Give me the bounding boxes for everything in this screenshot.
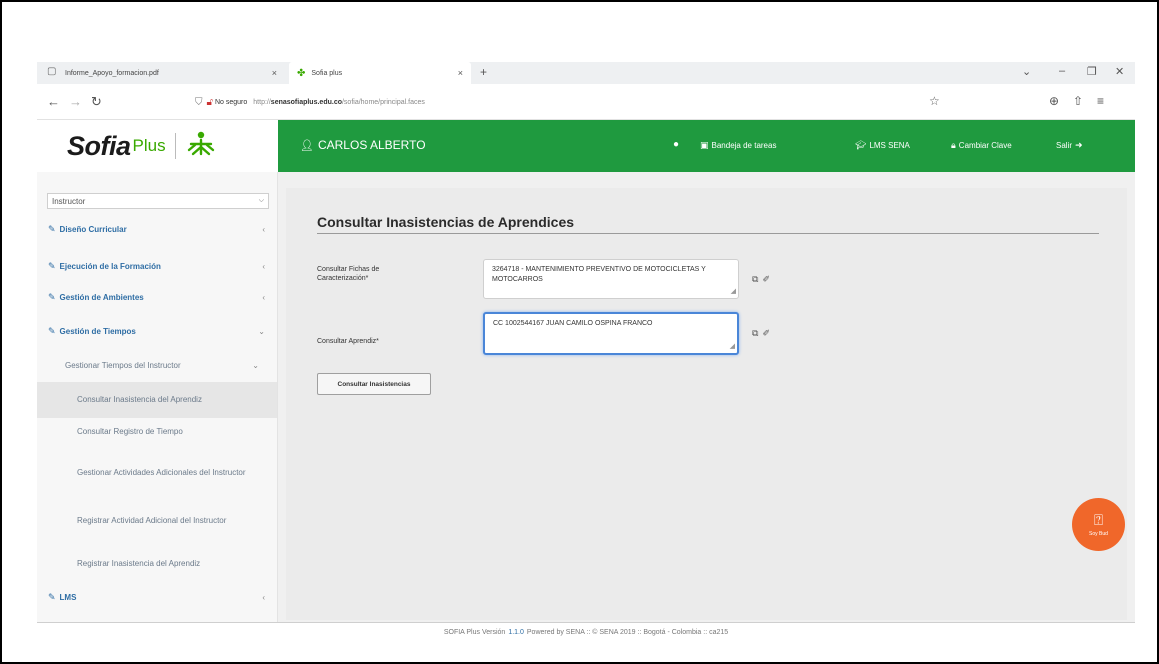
chevron-down-icon: ⌄: [258, 326, 265, 336]
content-panel: Consultar Inasistencias de Aprendices Co…: [286, 188, 1127, 620]
footer-version-link[interactable]: 1.1.0: [508, 629, 524, 636]
user-name: CARLOS ALBERTO: [317, 138, 426, 152]
clear-icon[interactable]: ✐: [762, 328, 770, 339]
insecure-lock-icon[interactable]: 🔓︎: [207, 97, 213, 108]
sidebar-item-gestion-tiempos[interactable]: ✎ Gestión de Tiempos ⌄: [37, 324, 277, 338]
extensions-icon[interactable]: ⊕: [1049, 94, 1059, 108]
graduation-cap-icon: 🎓︎: [855, 140, 867, 150]
aprendiz-field-actions: ⧉ ✐: [752, 328, 770, 339]
sidebar-item-ejecucion-formacion[interactable]: ✎ Ejecución de la Formación ‹: [37, 259, 277, 273]
aprendiz-label: Consultar Aprendiz*: [317, 338, 379, 345]
nav-cambiar-clave[interactable]: 🔒︎ Cambiar Clave: [951, 140, 1012, 151]
logo-divider: [174, 133, 176, 159]
aprendiz-field[interactable]: CC 1002544167 JUAN CAMILO OSPINA FRANCO …: [483, 312, 739, 355]
sidebar-item-diseno-curricular[interactable]: ✎ Diseño Curricular ‹: [37, 222, 277, 236]
new-tab-button[interactable]: +: [480, 65, 487, 79]
sidebar-leaf-consultar-registro-tiempo[interactable]: Consultar Registro de Tiempo: [37, 424, 277, 440]
consultar-inasistencias-button[interactable]: Consultar Inasistencias: [317, 373, 431, 395]
help-icon[interactable]: ●: [673, 139, 679, 150]
sidebar-item-gestion-ambientes[interactable]: ✎ Gestión de Ambientes ‹: [37, 290, 277, 304]
reload-icon[interactable]: ↻: [91, 94, 102, 110]
lock-icon: 🔒︎: [951, 140, 956, 150]
clear-icon[interactable]: ✐: [762, 274, 770, 285]
nav-bandeja-tareas[interactable]: ▣ Bandeja de tareas: [700, 140, 776, 151]
chevron-left-icon: ‹: [262, 261, 265, 271]
logo-plus-text: Plus: [132, 136, 166, 155]
app-topbar: 👤︎ CARLOS ALBERTO ● ▣ Bandeja de tareas …: [278, 120, 1135, 172]
edit-icon: ✎: [48, 260, 56, 271]
tab-label-sofia: Sofia plus: [311, 69, 343, 77]
close-window-icon[interactable]: ✕: [1115, 65, 1124, 78]
chevron-left-icon: ‹: [262, 224, 265, 234]
edit-icon: ✎: [48, 223, 56, 234]
chevron-left-icon: ‹: [262, 292, 265, 302]
sidebar-leaf-consultar-inasistencia[interactable]: Consultar Inasistencia del Aprendiz: [37, 382, 277, 418]
insecure-label: No seguro: [214, 98, 248, 106]
browser-tabstrip: ▢ Informe_Apoyo_formacion.pdf × ✤ Sofia …: [37, 62, 1135, 84]
bot-icon: ⍰: [1093, 511, 1103, 529]
chevron-down-icon: ⌵: [258, 197, 264, 204]
assistant-floating-button[interactable]: ⍰ Soy Bud: [1072, 498, 1125, 551]
main-content: Consultar Inasistencias de Aprendices Co…: [278, 172, 1135, 622]
ficha-label: Consultar Fichas de Caracterización*: [317, 266, 380, 282]
bookmark-star-icon[interactable]: ☆: [929, 94, 940, 108]
chevron-down-icon: ⌄: [252, 360, 259, 370]
browser-tab-pdf[interactable]: Informe_Apoyo_formacion.pdf ×: [65, 62, 285, 84]
user-icon: 👤︎: [300, 139, 314, 152]
edit-icon: ✎: [48, 325, 56, 336]
menu-icon[interactable]: ≡: [1097, 94, 1104, 108]
url-bar[interactable]: ⛉ 🔓︎ No seguro http://senasofiaplus.edu.…: [195, 92, 985, 112]
tab-overview-icon[interactable]: ▢: [47, 66, 56, 77]
title-divider: [317, 233, 1099, 234]
sidebar-item-lms[interactable]: ✎ LMS ‹: [37, 590, 277, 604]
forward-icon[interactable]: →: [69, 94, 82, 109]
nav-salir[interactable]: Salir ➜: [1056, 140, 1083, 151]
browser-toolbar: ← → ↻ ⛉ 🔓︎ No seguro http://senasofiaplu…: [37, 84, 1135, 120]
inbox-icon: ▣: [700, 140, 709, 150]
assistant-label: Soy Bud: [1089, 530, 1108, 537]
close-tab-icon[interactable]: ×: [272, 68, 277, 78]
role-select[interactable]: Instructor ⌵: [47, 193, 269, 209]
footer-prefix: SOFIA Plus Versión: [443, 629, 506, 636]
minimize-icon[interactable]: –: [1059, 65, 1065, 77]
browser-tab-sofia[interactable]: ✤ Sofia plus ×: [289, 62, 471, 84]
restore-icon[interactable]: ❐: [1087, 65, 1097, 78]
chevron-left-icon: ‹: [262, 592, 265, 602]
search-list-icon[interactable]: ⧉: [752, 274, 758, 285]
sena-favicon-icon: ✤: [297, 67, 306, 79]
shield-icon: ⛉: [195, 96, 203, 108]
edit-icon: ✎: [48, 291, 56, 302]
search-list-icon[interactable]: ⧉: [752, 328, 758, 339]
sidebar: Instructor ⌵ ✎ Diseño Curricular ‹ ✎ Eje…: [37, 172, 278, 622]
sidebar-subitem-gestionar-tiempos-instructor[interactable]: Gestionar Tiempos del Instructor ⌄: [37, 358, 277, 372]
sidebar-leaf-registrar-actividad-adicional[interactable]: Registrar Actividad Adicional del Instru…: [37, 506, 277, 536]
sena-logo-icon: [187, 131, 214, 156]
ficha-field-actions: ⧉ ✐: [752, 274, 770, 285]
tab-label-pdf: Informe_Apoyo_formacion.pdf: [65, 69, 159, 77]
footer: SOFIA Plus Versión 1.1.0 Powered by SENA…: [37, 622, 1135, 642]
tab-list-icon[interactable]: ⌄: [1022, 65, 1031, 78]
logo-sofia-text: Sofia: [67, 130, 131, 161]
footer-suffix: Powered by SENA :: © SENA 2019 :: Bogotá…: [526, 629, 729, 636]
sidebar-leaf-gestionar-actividades-adicionales[interactable]: Gestionar Actividades Adicionales del In…: [37, 458, 277, 488]
page-title: Consultar Inasistencias de Aprendices: [317, 214, 575, 230]
sidebar-leaf-registrar-inasistencia[interactable]: Registrar Inasistencia del Aprendiz: [37, 556, 277, 572]
sofiaplus-logo[interactable]: Sofia Plus: [37, 120, 278, 172]
nav-lms-sena[interactable]: 🎓︎ LMS SENA: [855, 140, 910, 151]
url-text: http://senasofiaplus.edu.co/sofia/home/p…: [253, 98, 425, 106]
share-icon[interactable]: ⇧: [1073, 94, 1083, 108]
resize-grip-icon[interactable]: ◢: [730, 342, 735, 352]
resize-grip-icon[interactable]: ◢: [731, 287, 736, 297]
edit-icon: ✎: [48, 591, 56, 602]
user-menu[interactable]: 👤︎ CARLOS ALBERTO: [300, 138, 426, 152]
back-icon[interactable]: ←: [47, 94, 60, 109]
close-tab-icon[interactable]: ×: [458, 68, 463, 78]
ficha-field[interactable]: 3264718 - MANTENIMIENTO PREVENTIVO DE MO…: [483, 259, 739, 299]
sign-out-icon: ➜: [1075, 140, 1083, 150]
